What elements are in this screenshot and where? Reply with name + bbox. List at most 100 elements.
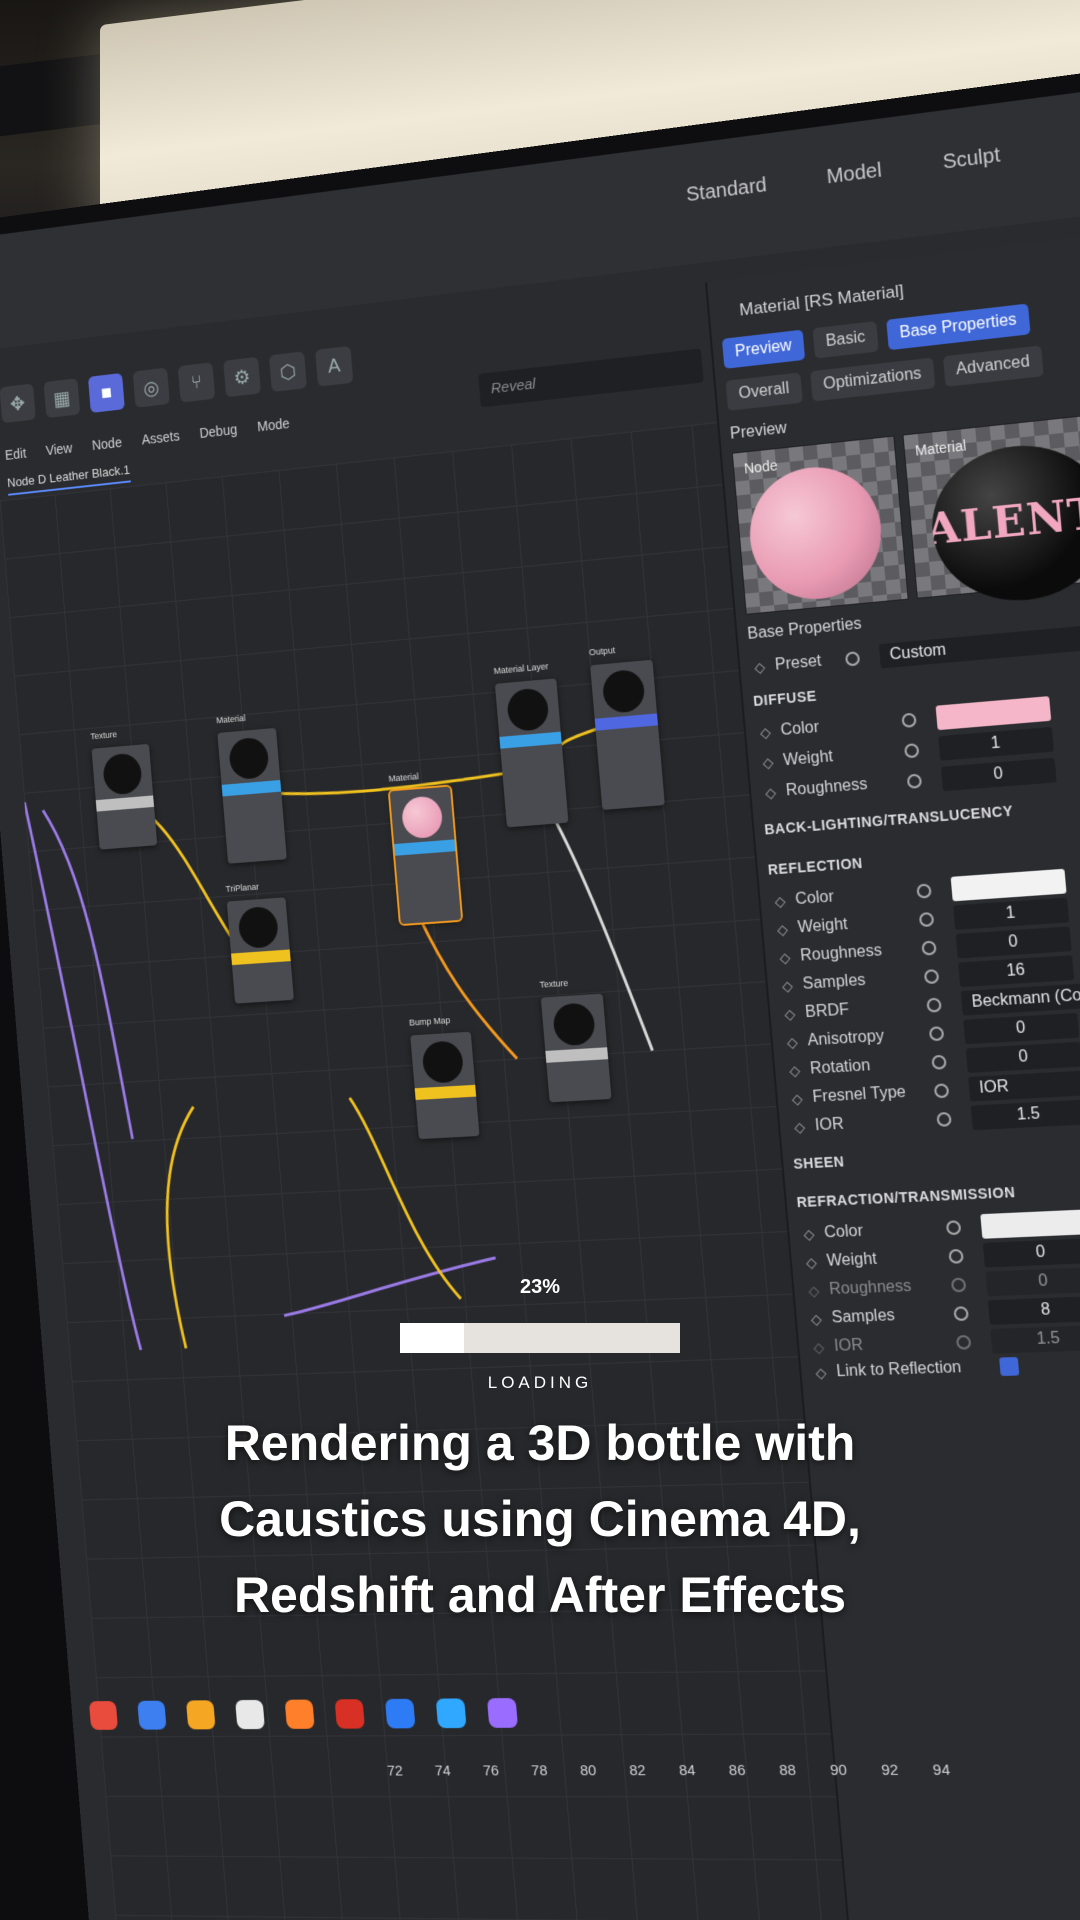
keyframe-icon[interactable]: ◇: [813, 1339, 825, 1357]
keyframe-icon[interactable]: ◇: [791, 1090, 803, 1108]
timeline-tick: 90: [829, 1761, 848, 1780]
asset-tool-icon[interactable]: A: [315, 345, 354, 387]
keyframe-icon[interactable]: ◇: [805, 1254, 817, 1272]
sheen-heading[interactable]: SHEEN: [793, 1153, 845, 1172]
workspace-tab-model[interactable]: Model: [826, 159, 883, 189]
animate-dot-icon[interactable]: [906, 773, 922, 789]
timeline-ruler[interactable]: 72 74 76 78 80 82 84 86 88 90 92 94: [387, 1761, 951, 1779]
animate-dot-icon[interactable]: [953, 1306, 969, 1322]
workspace-tab-sculpt[interactable]: Sculpt: [942, 144, 1001, 175]
output-node[interactable]: Output: [589, 645, 665, 810]
select-tool-icon[interactable]: ■: [87, 372, 125, 413]
selected-rs-material-node[interactable]: Material: [387, 771, 464, 927]
texture-node[interactable]: Texture: [90, 729, 158, 850]
keyframe-icon[interactable]: ◇: [781, 977, 793, 995]
teams-icon[interactable]: [384, 1698, 416, 1729]
keyframe-icon[interactable]: ◇: [810, 1310, 822, 1328]
after-effects-icon[interactable]: [486, 1698, 519, 1728]
grid-tool-icon[interactable]: ▦: [43, 378, 81, 419]
keyframe-icon[interactable]: ◇: [776, 920, 788, 938]
keyframe-icon[interactable]: ◇: [794, 1118, 806, 1136]
tab-base-properties[interactable]: Base Properties: [886, 303, 1031, 351]
refraction-ior-field[interactable]: 1.5: [990, 1324, 1080, 1354]
refraction-color-swatch[interactable]: [980, 1209, 1080, 1239]
tab-optimizations[interactable]: Optimizations: [809, 357, 936, 402]
texture-logo-node[interactable]: Texture: [539, 978, 612, 1103]
reflection-color-swatch[interactable]: [950, 868, 1067, 902]
photoshop-icon[interactable]: [435, 1698, 467, 1729]
diffuse-color-swatch[interactable]: [935, 696, 1052, 731]
illustrator-icon[interactable]: [284, 1699, 315, 1729]
material-layer-node[interactable]: Material Layer: [493, 661, 569, 828]
animate-dot-icon[interactable]: [948, 1248, 964, 1264]
animate-dot-icon[interactable]: [945, 1220, 962, 1236]
animate-dot-icon[interactable]: [918, 911, 935, 928]
timeline-tick: 88: [778, 1761, 797, 1780]
settings-tool-icon[interactable]: ⚙: [223, 356, 261, 398]
keyframe-icon[interactable]: ◇: [784, 1005, 796, 1023]
reflection-anisotropy-field[interactable]: 0: [962, 1012, 1080, 1045]
keyframe-icon[interactable]: ◇: [762, 754, 774, 772]
tab-overall[interactable]: Overall: [725, 372, 803, 411]
cinema4d-icon[interactable]: [334, 1699, 365, 1729]
keyframe-icon[interactable]: ◇: [786, 1033, 798, 1051]
animate-dot-icon[interactable]: [955, 1334, 972, 1350]
node-ports: [596, 725, 665, 810]
hexagon-tool-icon[interactable]: ⬡: [268, 351, 308, 393]
branch-tool-icon[interactable]: ⑂: [177, 362, 216, 403]
animate-dot-icon[interactable]: [933, 1083, 950, 1099]
notes-icon[interactable]: [235, 1699, 265, 1730]
animate-dot-icon[interactable]: [901, 712, 917, 729]
menu-node[interactable]: Node: [91, 434, 122, 453]
keyframe-icon[interactable]: ◇: [765, 784, 777, 802]
node-thumbnail: [227, 736, 270, 781]
tab-advanced[interactable]: Advanced: [942, 345, 1044, 387]
reflection-ior-field[interactable]: 1.5: [970, 1099, 1080, 1131]
rs-material-node[interactable]: Material: [216, 713, 287, 864]
folder-icon[interactable]: [185, 1700, 216, 1730]
refraction-samples-field[interactable]: 8: [987, 1295, 1080, 1325]
animate-dot-icon[interactable]: [923, 969, 940, 985]
keyframe-icon[interactable]: ◇: [789, 1062, 801, 1080]
animate-dot-icon[interactable]: [844, 651, 861, 667]
diffuse-weight-field[interactable]: 1: [938, 726, 1054, 761]
animate-dot-icon[interactable]: [928, 1026, 945, 1042]
keyframe-icon[interactable]: ◇: [803, 1225, 815, 1243]
keyframe-icon[interactable]: ◇: [779, 949, 791, 967]
diffuse-roughness-field[interactable]: 0: [940, 757, 1057, 792]
refraction-heading[interactable]: REFRACTION/TRANSMISSION: [796, 1184, 1016, 1210]
preset-select[interactable]: Custom: [878, 624, 1080, 669]
animate-dot-icon[interactable]: [916, 883, 932, 899]
move-tool-icon[interactable]: ✥: [0, 383, 36, 424]
menu-mode[interactable]: Mode: [257, 415, 290, 434]
keyframe-icon[interactable]: ◇: [754, 658, 766, 676]
animate-dot-icon[interactable]: [936, 1111, 952, 1127]
triplanar-node[interactable]: TriPlanar: [225, 882, 294, 1004]
tab-preview[interactable]: Preview: [721, 329, 806, 369]
animate-dot-icon[interactable]: [931, 1054, 947, 1070]
diffuse-heading[interactable]: DIFFUSE: [753, 688, 818, 710]
menu-debug[interactable]: Debug: [199, 421, 238, 441]
refraction-weight-field[interactable]: 0: [982, 1238, 1080, 1268]
menu-view[interactable]: View: [45, 440, 73, 458]
backlighting-heading[interactable]: BACK-LIGHTING/TRANSLUCENCY: [764, 802, 1014, 837]
reflection-samples-field[interactable]: 16: [957, 955, 1075, 988]
animate-dot-icon[interactable]: [921, 940, 937, 956]
animate-dot-icon[interactable]: [903, 743, 920, 759]
menu-assets[interactable]: Assets: [141, 428, 180, 448]
bump-map-node[interactable]: Bump Map: [409, 1015, 480, 1140]
reflection-rotation-field[interactable]: 0: [965, 1041, 1080, 1073]
headline-line: Rendering a 3D bottle with: [224, 1415, 856, 1471]
tab-basic[interactable]: Basic: [812, 321, 879, 359]
reflection-weight-field[interactable]: 1: [952, 897, 1069, 930]
menu-edit[interactable]: Edit: [4, 445, 26, 462]
chrome-icon[interactable]: [88, 1701, 119, 1730]
target-tool-icon[interactable]: ◎: [132, 367, 170, 408]
keyframe-icon[interactable]: ◇: [759, 723, 771, 741]
animate-dot-icon[interactable]: [926, 997, 942, 1013]
workspace-tab-standard[interactable]: Standard: [685, 174, 767, 207]
reflection-roughness-field[interactable]: 0: [955, 926, 1072, 959]
finder-icon[interactable]: [137, 1700, 167, 1730]
keyframe-icon[interactable]: ◇: [774, 892, 786, 910]
reflection-heading[interactable]: REFLECTION: [767, 855, 863, 878]
